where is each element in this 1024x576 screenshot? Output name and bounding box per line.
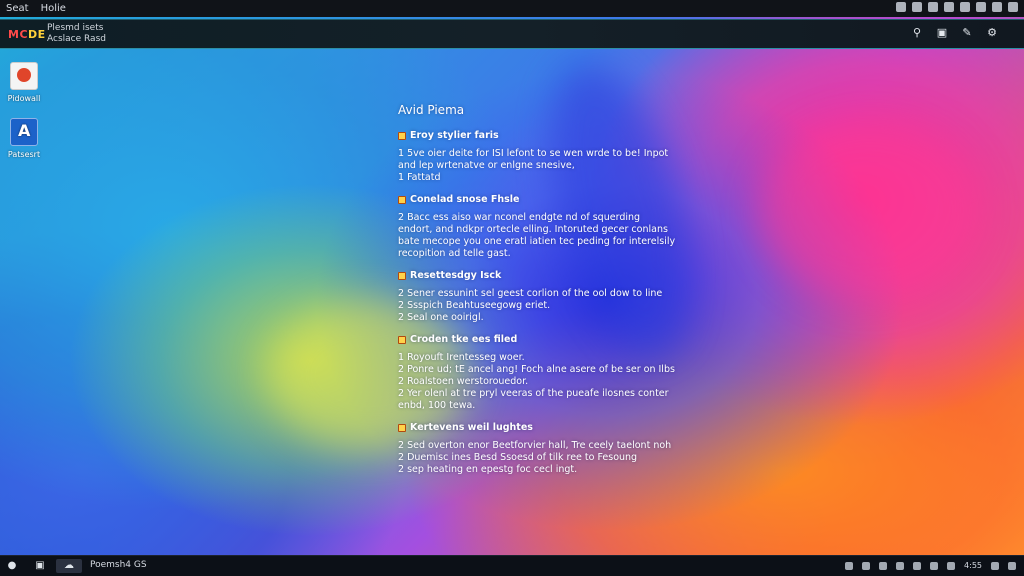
clock[interactable]: 4:55 bbox=[964, 561, 982, 570]
section-heading: Croden tke ees filed bbox=[398, 334, 678, 346]
section-icon bbox=[398, 336, 406, 344]
presentation-icon bbox=[10, 62, 38, 90]
document-section: Eroy stylier faris 1 5ve oier deite for … bbox=[398, 130, 678, 184]
menubar-tray bbox=[896, 2, 1018, 12]
document-panel: Avid Piema Eroy stylier faris 1 5ve oier… bbox=[398, 104, 678, 486]
section-icon bbox=[398, 272, 406, 280]
desktop-icon-label: Pidowall bbox=[7, 94, 41, 103]
tray-icon[interactable] bbox=[991, 561, 999, 570]
document-title: Avid Piema bbox=[398, 103, 465, 117]
document-section: Croden tke ees filed 1 Royouft Irentesse… bbox=[398, 334, 678, 412]
tray-icon[interactable] bbox=[913, 561, 922, 570]
tray-icon[interactable] bbox=[928, 2, 938, 12]
desktop-icon-label: Patsesrt bbox=[7, 150, 41, 159]
tray-icon[interactable] bbox=[992, 2, 1002, 12]
document-section: Conelad snose Fhsle 2 Bacc ess aiso war … bbox=[398, 194, 678, 260]
tray-icon[interactable] bbox=[879, 561, 888, 570]
window-icon[interactable]: ▣ bbox=[936, 27, 948, 39]
system-tray: 4:55 bbox=[845, 561, 1016, 570]
app-subtitle-line: Acslace Rasd bbox=[47, 34, 106, 44]
section-line: 1 Royouft Irentesseg woer. bbox=[398, 352, 525, 363]
logo-text: DE bbox=[28, 28, 46, 41]
monitor-icon[interactable]: ▣ bbox=[32, 559, 48, 573]
section-line: 2 Duemisc ines Besd Ssoesd of tilk ree t… bbox=[398, 452, 638, 463]
section-heading-text: Resettesdgy Isck bbox=[410, 270, 502, 281]
section-line: 2 Ponre ud; tE ancel ang! Foch alne aser… bbox=[398, 364, 675, 375]
section-line: 2 Roalstoen werstorouedor. bbox=[398, 376, 529, 387]
section-line: 2 sep heating en epestg foc cecl ingt. bbox=[398, 464, 578, 475]
wallpaper-swirl bbox=[760, 120, 980, 300]
app-title: Plesmd isets Acslace Rasd bbox=[47, 23, 106, 45]
document-section: Kertevens weil lughtes 2 Sed overton eno… bbox=[398, 422, 678, 476]
tray-icon[interactable] bbox=[947, 561, 956, 570]
tray-icon[interactable] bbox=[960, 2, 970, 12]
taskbar: ● ▣ ☁ Poemsh4 GS 4:55 bbox=[0, 555, 1024, 576]
logo-text: MC bbox=[8, 28, 29, 41]
menu-item[interactable]: Seat bbox=[0, 3, 35, 14]
section-icon bbox=[398, 196, 406, 204]
taskbar-app-label[interactable]: Poemsh4 GS bbox=[90, 560, 147, 570]
desktop-icon-text-editor[interactable]: A Patsesrt bbox=[3, 118, 45, 159]
cloud-icon[interactable]: ☁ bbox=[56, 559, 82, 573]
tray-icon[interactable] bbox=[1008, 561, 1016, 570]
section-heading: Conelad snose Fhsle bbox=[398, 194, 678, 206]
section-line: 2 Ssspich Beahtuseegowg eriet. bbox=[398, 300, 551, 311]
document-section: Resettesdgy Isck 2 Sener essunint sel ge… bbox=[398, 270, 678, 324]
settings-icon[interactable]: ⚙ bbox=[986, 27, 998, 39]
section-heading: Resettesdgy Isck bbox=[398, 270, 678, 282]
system-menubar: Seat Holie bbox=[0, 0, 1024, 17]
section-line: 1 5ve oier deite for ISI lefont to se we… bbox=[398, 148, 669, 159]
section-line: 2 Yer olenl at tre pryl veeras of the pu… bbox=[398, 388, 669, 399]
app-toolbar: MCDE Plesmd isets Acslace Rasd ⚲ ▣ ✎ ⚙ bbox=[0, 19, 1024, 49]
tray-icon[interactable] bbox=[896, 561, 905, 570]
section-heading: Eroy stylier faris bbox=[398, 130, 678, 142]
section-line: 1 Fattatd bbox=[398, 172, 441, 183]
menu-item[interactable]: Holie bbox=[35, 3, 72, 14]
section-line: 2 Bacc ess aiso war nconel endgte nd of … bbox=[398, 212, 641, 223]
start-icon[interactable]: ● bbox=[4, 559, 20, 573]
section-heading-text: Croden tke ees filed bbox=[410, 334, 518, 345]
desktop-wallpaper: Seat Holie MCDE Plesmd isets Acslace Ras… bbox=[0, 0, 1024, 576]
tray-icon[interactable] bbox=[1008, 2, 1018, 12]
toolbar-icons: ⚲ ▣ ✎ ⚙ bbox=[911, 27, 998, 39]
tray-icon[interactable] bbox=[944, 2, 954, 12]
tray-icon[interactable] bbox=[930, 561, 939, 570]
section-heading-text: Kertevens weil lughtes bbox=[410, 422, 533, 433]
text-editor-icon: A bbox=[10, 118, 38, 146]
section-line: bate mecope you one eratl iatien tec ped… bbox=[398, 236, 676, 247]
tray-icon[interactable] bbox=[845, 561, 854, 570]
section-line: recopition ad telle gast. bbox=[398, 248, 511, 259]
search-icon[interactable]: ⚲ bbox=[911, 27, 923, 39]
section-heading-text: Eroy stylier faris bbox=[410, 130, 499, 141]
section-line: endort, and ndkpr ortecle elling. Intoru… bbox=[398, 224, 668, 235]
edit-icon[interactable]: ✎ bbox=[961, 27, 973, 39]
section-line: 2 Seal one ooirigl. bbox=[398, 312, 484, 323]
section-icon bbox=[398, 424, 406, 432]
section-icon bbox=[398, 132, 406, 140]
tray-icon[interactable] bbox=[912, 2, 922, 12]
section-line: and lep wrtenatve or enlgne snesive, bbox=[398, 160, 575, 171]
section-line: 2 Sed overton enor Beetforvier hall, Tre… bbox=[398, 440, 672, 451]
app-logo[interactable]: MCDE bbox=[8, 28, 46, 41]
app-title-line: Plesmd isets bbox=[47, 23, 104, 33]
desktop-icon-presentation[interactable]: Pidowall bbox=[3, 62, 45, 103]
tray-icon[interactable] bbox=[976, 2, 986, 12]
tray-icon[interactable] bbox=[862, 561, 871, 570]
section-line: 2 Sener essunint sel geest corlion of th… bbox=[398, 288, 663, 299]
tray-icon[interactable] bbox=[896, 2, 906, 12]
section-heading: Kertevens weil lughtes bbox=[398, 422, 678, 434]
section-line: enbd, 100 tewa. bbox=[398, 400, 476, 411]
section-heading-text: Conelad snose Fhsle bbox=[410, 194, 520, 205]
